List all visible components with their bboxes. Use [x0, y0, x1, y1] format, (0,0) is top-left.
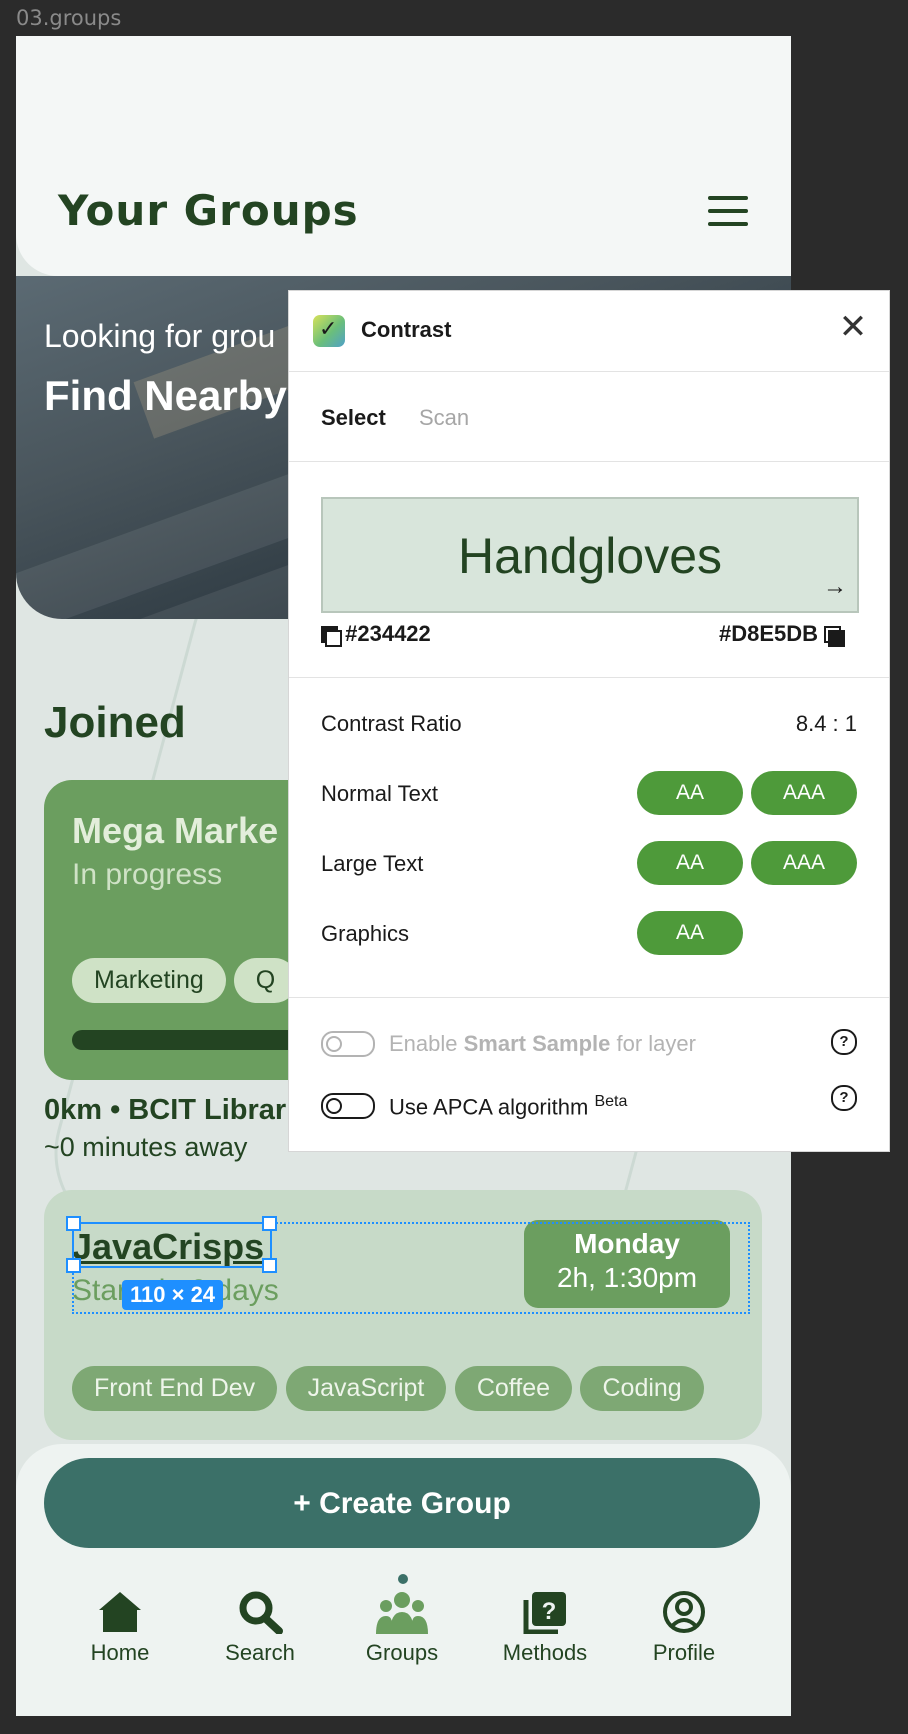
- tag-chip[interactable]: Marketing: [72, 958, 226, 1003]
- nav-item-search[interactable]: Search: [200, 1590, 320, 1666]
- large-aa-badge: AA: [637, 841, 743, 885]
- large-aaa-badge: AAA: [751, 841, 857, 885]
- create-group-button[interactable]: + Create Group: [44, 1458, 760, 1548]
- groups-icon: [376, 1592, 428, 1634]
- background-swatch-icon: [824, 626, 846, 647]
- group-travel-time: ~0 minutes away: [44, 1132, 248, 1162]
- tag-chip[interactable]: Coffee: [454, 1366, 573, 1411]
- nav-item-home[interactable]: Home: [60, 1590, 180, 1666]
- tag-list: Front End Dev JavaScript Coffee Coding: [72, 1366, 708, 1411]
- nav-label: Methods: [502, 1640, 588, 1665]
- foreground-hex: #234422: [345, 621, 431, 646]
- panel-tabs: Select Scan: [289, 371, 889, 462]
- joined-heading: Joined: [44, 698, 186, 747]
- divider: [289, 677, 889, 678]
- apca-label: Use APCA algorithm Beta: [389, 1093, 628, 1120]
- swap-arrow-icon[interactable]: →: [823, 573, 847, 601]
- frame-label: 03.groups: [16, 6, 122, 30]
- bottom-bar: + Create Group Home Search Groups ? Meth…: [16, 1444, 791, 1716]
- group-status: In progress: [72, 858, 223, 891]
- home-icon: [99, 1592, 141, 1632]
- svg-text:?: ?: [542, 1598, 557, 1625]
- apca-toggle[interactable]: [321, 1093, 375, 1119]
- smart-sample-label: Enable Smart Sample for layer: [389, 1031, 696, 1056]
- normal-text-label: Normal Text: [321, 781, 438, 806]
- nav-item-groups[interactable]: Groups: [342, 1590, 462, 1666]
- foreground-color[interactable]: #234422: [321, 621, 431, 647]
- close-icon[interactable]: ✕: [837, 310, 869, 345]
- help-icon[interactable]: ?: [831, 1029, 857, 1055]
- tag-list: Marketing Q: [72, 958, 305, 1003]
- background-hex: #D8E5DB: [719, 621, 819, 646]
- group-name: Mega Marke: [72, 810, 279, 851]
- tab-scan[interactable]: Scan: [419, 405, 469, 431]
- large-text-label: Large Text: [321, 851, 424, 876]
- foreground-swatch-icon: [321, 626, 342, 647]
- nav-label: Groups: [365, 1640, 439, 1665]
- contrast-ratio-value: 8.4 : 1: [795, 711, 857, 736]
- tag-chip[interactable]: Coding: [580, 1366, 704, 1411]
- panel-header: ✓ Contrast ✕: [289, 291, 889, 372]
- hero-heading: Find Nearby: [44, 372, 287, 419]
- smart-sample-toggle[interactable]: [321, 1031, 375, 1057]
- graphics-aa-badge: AA: [637, 911, 743, 955]
- selection-size-badge: 110 × 24: [122, 1280, 224, 1310]
- header: Your Groups: [16, 36, 791, 276]
- nav-item-profile[interactable]: Profile: [624, 1590, 744, 1666]
- methods-icon: ?: [523, 1592, 566, 1634]
- nav-label: Profile: [652, 1640, 716, 1665]
- active-indicator: [398, 1574, 408, 1584]
- background-color[interactable]: #D8E5DB: [719, 621, 846, 647]
- divider: [289, 997, 889, 998]
- resize-handle[interactable]: [66, 1216, 81, 1231]
- menu-icon[interactable]: [708, 196, 748, 228]
- text-selection-box[interactable]: [72, 1222, 272, 1268]
- bottom-nav: Home Search Groups ? Methods Profile: [16, 1574, 791, 1684]
- profile-icon: [663, 1591, 705, 1633]
- resize-handle[interactable]: [262, 1216, 277, 1231]
- graphics-label: Graphics: [321, 921, 410, 946]
- nav-label: Search: [225, 1640, 295, 1665]
- resize-handle[interactable]: [66, 1258, 81, 1273]
- contrast-plugin-panel: ✓ Contrast ✕ Select Scan Handgloves → #2…: [288, 290, 890, 1152]
- normal-aa-badge: AA: [637, 771, 743, 815]
- search-icon: [239, 1591, 283, 1634]
- page-title: Your Groups: [58, 186, 359, 235]
- preview-text: Handgloves: [457, 528, 723, 584]
- help-icon[interactable]: ?: [831, 1085, 857, 1111]
- tag-chip[interactable]: JavaScript: [285, 1366, 447, 1411]
- tag-chip[interactable]: Front End Dev: [72, 1366, 278, 1411]
- tab-select[interactable]: Select: [321, 405, 386, 431]
- hero-subtitle: Looking for grou: [44, 318, 276, 354]
- contrast-preview: Handgloves →: [321, 497, 859, 613]
- contrast-logo-icon: ✓: [313, 315, 345, 347]
- panel-title: Contrast: [361, 317, 452, 342]
- nav-item-methods[interactable]: ? Methods: [485, 1590, 605, 1666]
- normal-aaa-badge: AAA: [751, 771, 857, 815]
- nav-label: Home: [90, 1640, 150, 1665]
- group-distance: 0km • BCIT Librar: [44, 1094, 287, 1126]
- contrast-ratio-label: Contrast Ratio: [321, 711, 462, 736]
- resize-handle[interactable]: [262, 1258, 277, 1273]
